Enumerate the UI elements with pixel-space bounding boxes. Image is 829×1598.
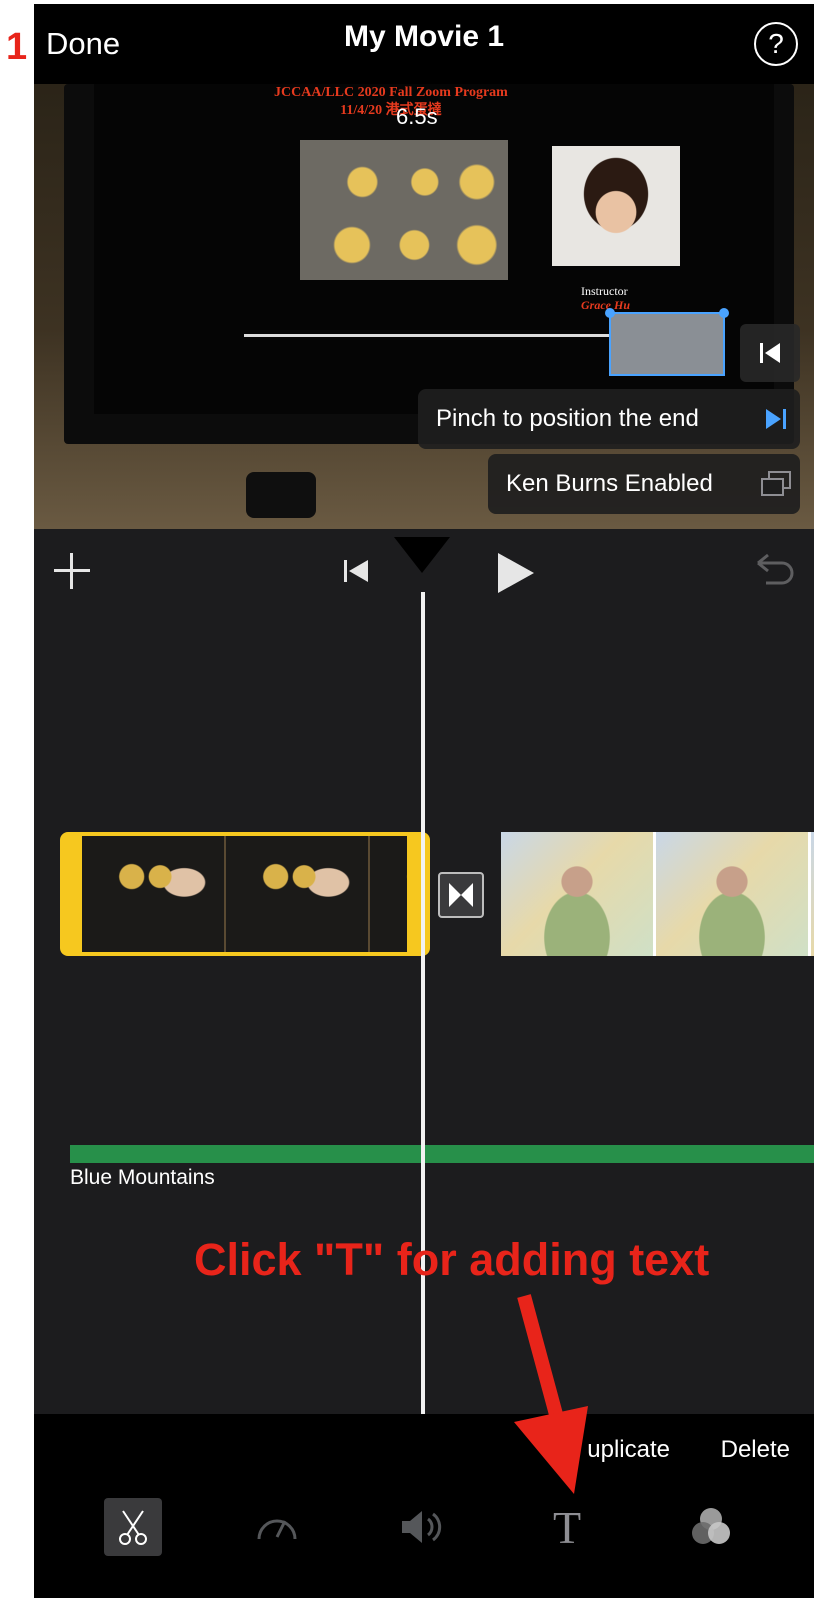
- instruction-arrow-icon: [514, 1294, 588, 1494]
- phone-screen: Done My Movie 1 ? JCCAA/LLC 2020 Fall Zo…: [34, 4, 814, 1598]
- step-number: 1: [6, 26, 28, 68]
